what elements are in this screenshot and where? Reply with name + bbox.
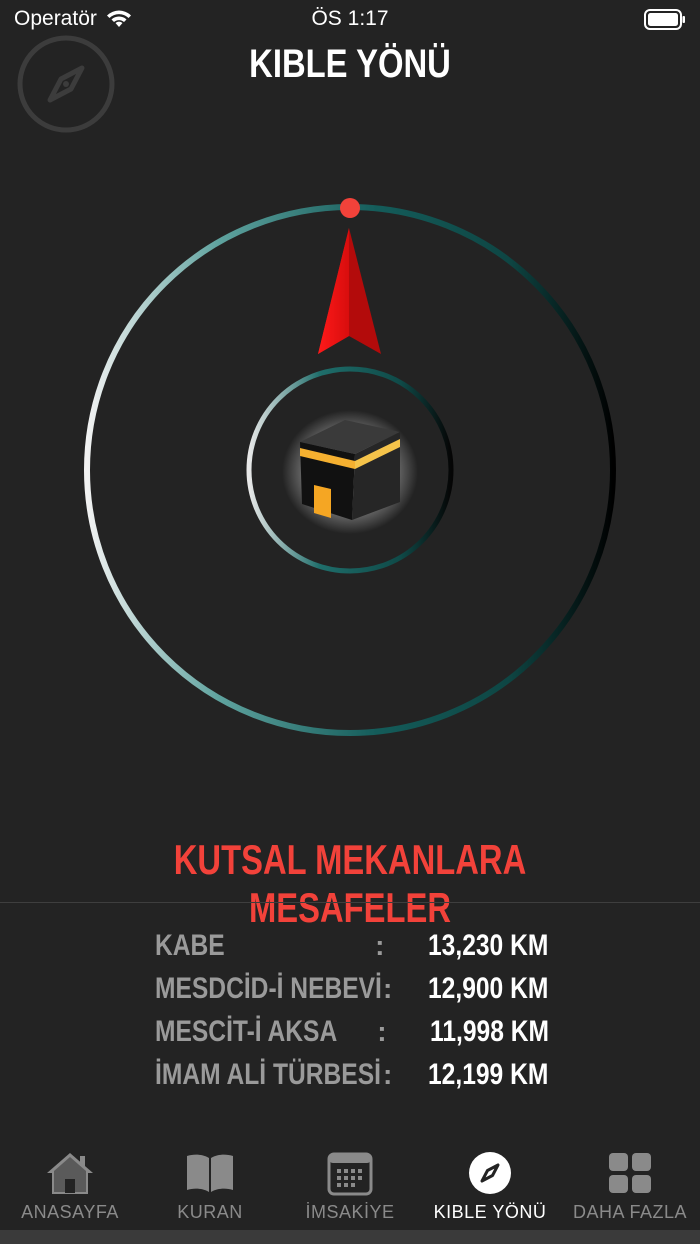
place-distance: 12,199 KM [428, 1057, 549, 1091]
separator: : [375, 929, 385, 961]
tab-label: KURAN [177, 1202, 243, 1222]
tab-label: İMSAKİYE [305, 1202, 395, 1222]
compass-icon [469, 1152, 511, 1194]
calendar-icon [327, 1152, 373, 1196]
place-distance: 12,900 KM [428, 971, 549, 1005]
battery-icon [644, 9, 685, 30]
page-title: KIBLE YÖNÜ [249, 42, 451, 86]
tab-label: KIBLE YÖNÜ [433, 1202, 547, 1222]
compass-dial [84, 198, 616, 736]
place-name: İMAM ALİ TÜRBESİ [155, 1057, 381, 1091]
home-icon [47, 1153, 93, 1194]
list-item: MESDCİD-İ NEBEVİ : 12,900 KM [155, 967, 575, 1010]
tab-label: ANASAYFA [21, 1202, 119, 1222]
separator: : [377, 1015, 387, 1047]
list-item: İMAM ALİ TÜRBESİ : 12,199 KM [155, 1053, 575, 1096]
tab-daha-fazla[interactable]: DAHA FAZLA [560, 1140, 700, 1244]
qibla-marker [340, 198, 360, 218]
list-item: KABE : 13,230 KM [155, 924, 575, 967]
separator: : [383, 1058, 393, 1090]
kaaba-icon [282, 410, 418, 534]
place-name: MESDCİD-İ NEBEVİ [155, 971, 382, 1005]
place-name: MESCİT-İ AKSA [155, 1014, 338, 1048]
tab-anasayfa[interactable]: ANASAYFA [0, 1140, 140, 1244]
distance-list: KABE : 13,230 KM MESDCİD-İ NEBEVİ : 12,9… [155, 924, 575, 1096]
tab-kuran[interactable]: KURAN [140, 1140, 280, 1244]
home-indicator [0, 1230, 700, 1244]
place-distance: 11,998 KM [429, 1014, 549, 1048]
book-icon [187, 1154, 233, 1192]
separator: : [383, 972, 393, 1004]
qibla-needle-icon [318, 228, 381, 354]
tab-kible-yonu[interactable]: KIBLE YÖNÜ [420, 1140, 560, 1244]
status-time: ÖS 1:17 [311, 7, 389, 30]
place-distance: 13,230 KM [428, 928, 549, 962]
place-name: KABE [155, 928, 225, 962]
tab-label: DAHA FAZLA [572, 1202, 688, 1222]
divider [0, 902, 700, 903]
distances-title: KUTSAL MEKANLARA MESAFELER [173, 836, 527, 931]
qibla-compass [0, 180, 700, 760]
grid-icon [609, 1153, 651, 1193]
tab-imsakiye[interactable]: İMSAKİYE [280, 1140, 420, 1244]
list-item: MESCİT-İ AKSA : 11,998 KM [155, 1010, 575, 1053]
tab-bar: ANASAYFA KURAN İMSAKİYE KIBLE YÖNÜ DAHA … [0, 1140, 700, 1244]
